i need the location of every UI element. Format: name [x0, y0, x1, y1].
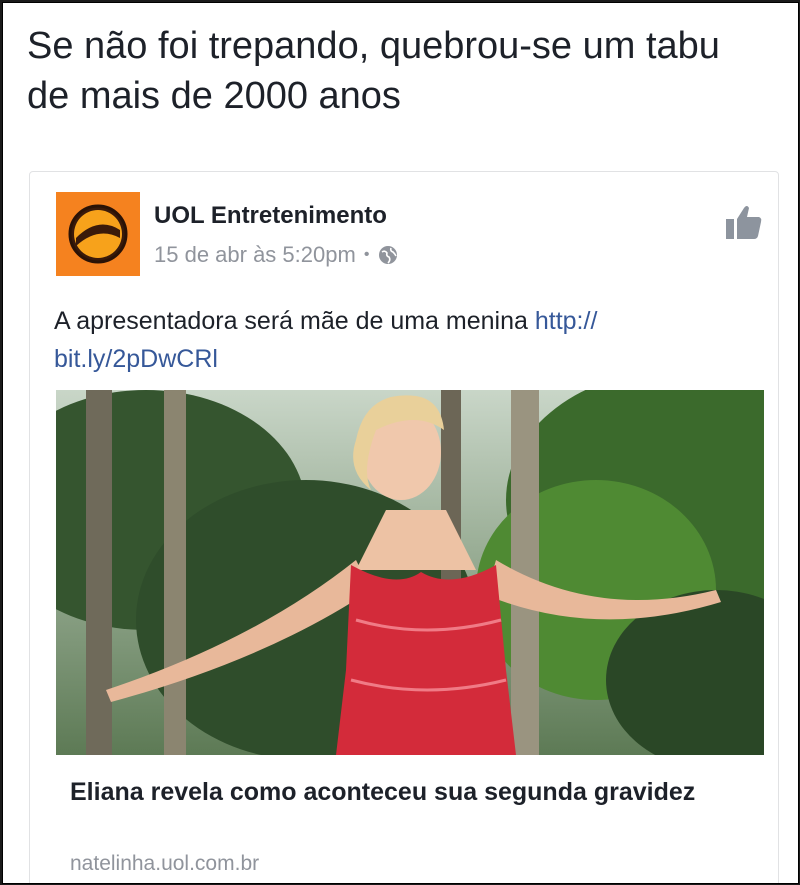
uol-logo-icon [56, 192, 140, 276]
page-name-link[interactable]: UOL Entretenimento [154, 202, 387, 230]
thumbs-up-icon[interactable] [724, 202, 764, 242]
meta-separator: • [363, 246, 370, 263]
link-preview-title[interactable]: Eliana revela como aconteceu sua segunda… [70, 774, 710, 810]
screenshot-frame: Se não foi trepando, quebrou-se um tabu … [2, 2, 799, 884]
globe-icon [379, 246, 398, 264]
link-preview-domain: natelinha.uol.com.br [70, 852, 260, 875]
post-body-text: A apresentadora será mãe de uma menina [54, 307, 528, 335]
preview-photo-illustration [56, 390, 764, 755]
post-meta: 15 de abr às 5:20pm • [154, 242, 399, 268]
post-text: A apresentadora será mãe de uma menina h… [54, 302, 734, 378]
page-avatar[interactable] [56, 192, 140, 276]
post-caption: Se não foi trepando, quebrou-se um tabu … [27, 25, 720, 117]
link-preview-image[interactable] [56, 390, 764, 755]
shared-post-card: UOL Entretenimento 15 de abr às 5:20pm •… [29, 171, 779, 883]
post-timestamp[interactable]: 15 de abr às 5:20pm [154, 242, 356, 268]
